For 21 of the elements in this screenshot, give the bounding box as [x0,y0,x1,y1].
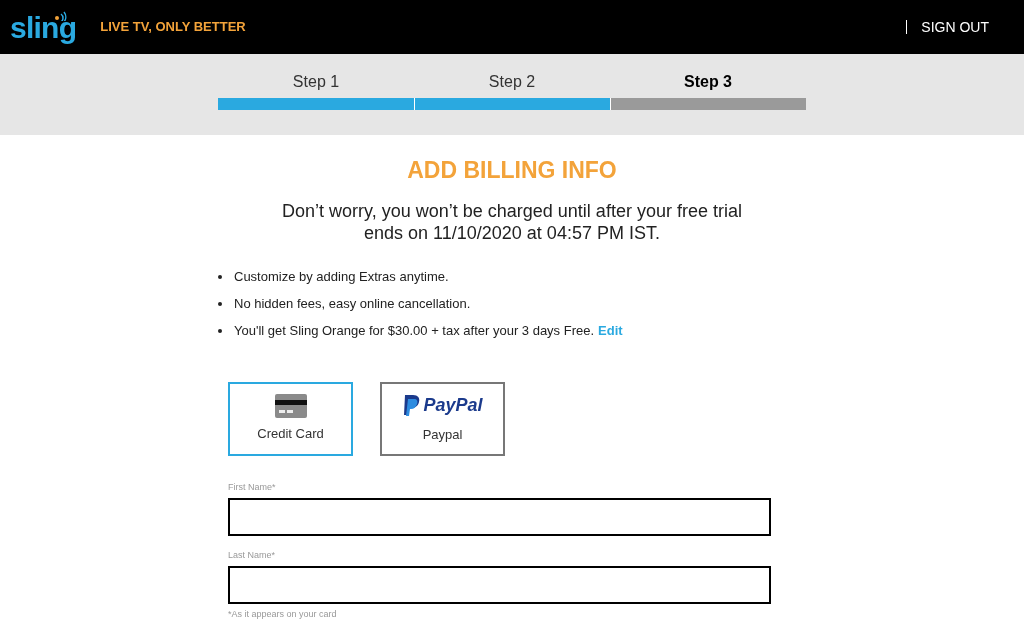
paypal-mark-icon [402,394,421,417]
page-title: ADD BILLING INFO [407,156,617,185]
text-input[interactable] [228,497,771,536]
paypal-logo: PayPal [423,394,483,418]
field-label: Last Name* [228,549,277,561]
trial-notice: Don’t worry, you won’t be charged until after your free trial ends on 11/10/2020 at 04:57 PM IST. [282,199,742,244]
step-label: Step 3 [684,72,732,92]
step-label: Step 2 [488,72,536,92]
field-hint: *As it appears on your card [228,607,338,621]
step-label: Step 1 [292,72,340,92]
logo[interactable]: sling [10,13,77,43]
tagline: LIVE TV, ONLY BETTER [100,18,246,37]
text-input[interactable] [228,565,771,604]
payment-option[interactable]: Credit Card [228,381,353,456]
field-label: First Name* [228,481,277,493]
credit-card-icon [274,393,307,418]
bullet-text: You'll get Sling Orange for $30.00 + tax after your 3 days Free. [234,321,595,340]
sign-out-link[interactable]: SIGN OUT [921,16,989,38]
bullet-text: No hidden fees, easy online cancellation. [234,294,471,313]
payment-option[interactable]: PayPal Paypal [380,381,505,456]
bullet-text: Customize by adding Extras anytime. [234,267,449,286]
